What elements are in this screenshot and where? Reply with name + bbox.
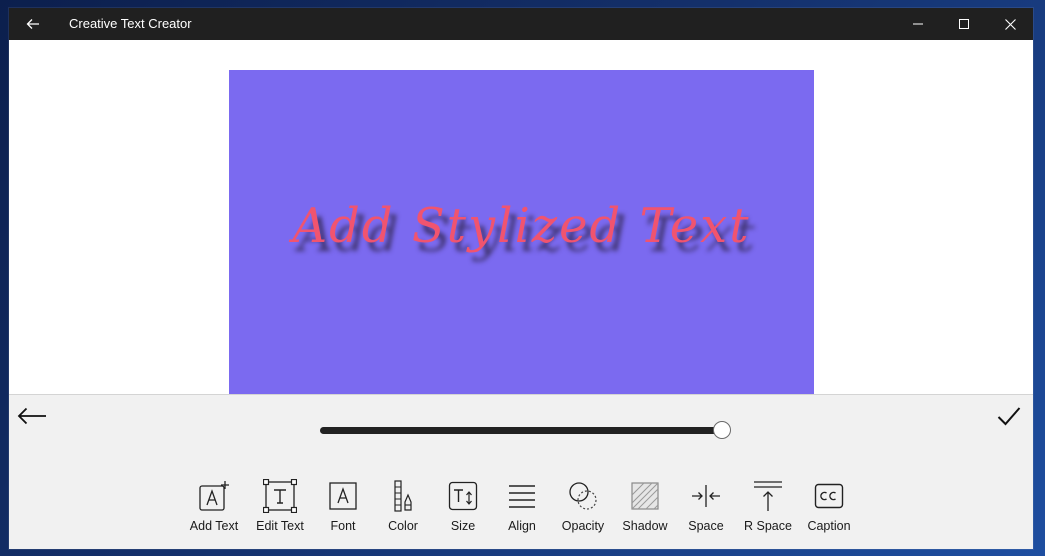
window-title: Creative Text Creator (69, 16, 192, 31)
arrow-left-icon (17, 407, 46, 425)
font-icon (326, 479, 360, 513)
tool-panel: Add Text Edit Text Font Color Size Align… (9, 394, 1033, 549)
tool-add-text[interactable]: Add Text (180, 479, 248, 539)
shadow-icon (628, 479, 662, 513)
tool-label: Caption (807, 519, 851, 533)
tool-label: Size (450, 519, 476, 533)
panel-back-button[interactable] (15, 401, 49, 431)
tool-label: Opacity (561, 519, 605, 533)
row-space-icon (751, 479, 785, 513)
tool-caption[interactable]: Caption (795, 479, 863, 539)
align-icon (505, 479, 539, 513)
edit-text-icon (263, 479, 297, 513)
tool-align[interactable]: Align (488, 479, 556, 539)
design-canvas[interactable]: Add Stylized Text (229, 70, 814, 395)
tool-label: R Space (744, 519, 792, 533)
arrow-left-icon (26, 19, 39, 29)
tool-space[interactable]: Space (672, 479, 740, 539)
tool-size[interactable]: Size (429, 479, 497, 539)
add-text-icon (197, 479, 231, 513)
maximize-icon (959, 19, 969, 29)
tool-label: Add Text (189, 519, 239, 533)
close-icon (1004, 18, 1016, 30)
tool-label: Edit Text (256, 519, 304, 533)
tool-label: Font (330, 519, 356, 533)
opacity-icon (566, 479, 600, 513)
tool-label: Align (508, 519, 536, 533)
slider-fill (320, 427, 722, 434)
tool-opacity[interactable]: Opacity (549, 479, 617, 539)
checkmark-icon (997, 407, 1021, 426)
slider-thumb[interactable] (713, 421, 731, 439)
apply-button[interactable] (992, 401, 1026, 431)
stylized-text[interactable]: Add Stylized Text (229, 198, 814, 254)
close-button[interactable] (987, 8, 1033, 40)
tool-font[interactable]: Font (309, 479, 377, 539)
value-slider[interactable] (320, 421, 731, 441)
maximize-button[interactable] (941, 8, 987, 40)
tool-label: Shadow (622, 519, 668, 533)
tool-r-space[interactable]: R Space (734, 479, 802, 539)
size-icon (446, 479, 480, 513)
tool-color[interactable]: Color (369, 479, 437, 539)
caption-icon (812, 479, 846, 513)
minimize-icon (913, 23, 923, 25)
color-icon (386, 479, 420, 513)
tool-label: Color (388, 519, 418, 533)
tool-edit-text[interactable]: Edit Text (246, 479, 314, 539)
app-window: Creative Text Creator Add Stylized Text (9, 8, 1033, 549)
back-button[interactable] (21, 14, 45, 34)
title-bar: Creative Text Creator (9, 8, 1033, 40)
tool-label: Space (688, 519, 724, 533)
minimize-button[interactable] (895, 8, 941, 40)
tool-shadow[interactable]: Shadow (611, 479, 679, 539)
space-icon (689, 479, 723, 513)
